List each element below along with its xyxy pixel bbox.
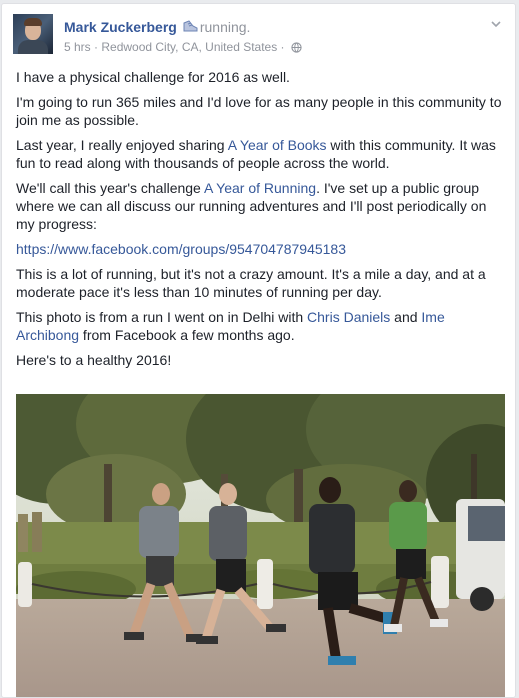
post-text-segment: and bbox=[390, 309, 422, 325]
post-text-segment: We'll call this year's challenge bbox=[16, 180, 204, 196]
post-header: Mark Zuckerberg running. 5 hrs · Redwood … bbox=[13, 14, 505, 60]
post-link[interactable]: A Year of Running bbox=[204, 180, 316, 196]
post-paragraph: This is a lot of running, but it's not a… bbox=[16, 265, 506, 301]
post-text: I have a physical challenge for 2016 as … bbox=[16, 68, 506, 376]
post-text-segment: I have a physical challenge for 2016 as … bbox=[16, 69, 290, 85]
author-name[interactable]: Mark Zuckerberg bbox=[64, 19, 177, 35]
post-card: Mark Zuckerberg running. 5 hrs · Redwood … bbox=[1, 3, 516, 698]
running-shoe-icon bbox=[182, 20, 198, 38]
avatar[interactable] bbox=[13, 14, 53, 54]
post-meta: 5 hrs · Redwood City, CA, United States … bbox=[64, 39, 302, 57]
post-text-segment: Last year, I really enjoyed sharing bbox=[16, 137, 228, 153]
post-link[interactable]: A Year of Books bbox=[228, 137, 327, 153]
post-photo[interactable] bbox=[16, 394, 505, 697]
post-paragraph: Last year, I really enjoyed sharing A Ye… bbox=[16, 136, 506, 172]
post-paragraph: I have a physical challenge for 2016 as … bbox=[16, 68, 506, 86]
chevron-down-icon[interactable] bbox=[489, 17, 503, 31]
post-text-segment: from Facebook a few months ago. bbox=[79, 327, 295, 343]
post-link[interactable]: Chris Daniels bbox=[307, 309, 390, 325]
post-paragraph: Here's to a healthy 2016! bbox=[16, 351, 506, 369]
post-text-segment: This is a lot of running, but it's not a… bbox=[16, 266, 486, 300]
globe-icon[interactable] bbox=[291, 41, 302, 57]
timestamp[interactable]: 5 hrs bbox=[64, 40, 91, 54]
meta-separator: · bbox=[277, 40, 288, 54]
activity-text: running. bbox=[199, 19, 251, 35]
post-paragraph: This photo is from a run I went on in De… bbox=[16, 308, 506, 344]
post-text-segment: This photo is from a run I went on in De… bbox=[16, 309, 308, 325]
post-text-segment: I'm going to run 365 miles and I'd love … bbox=[16, 94, 502, 128]
post-text-segment: Here's to a healthy 2016! bbox=[16, 352, 172, 368]
post-paragraph: I'm going to run 365 miles and I'd love … bbox=[16, 93, 506, 129]
meta-separator: · bbox=[90, 40, 102, 54]
post-paragraph: https://www.facebook.com/groups/95470478… bbox=[16, 240, 506, 258]
author-line: Mark Zuckerberg running. bbox=[64, 18, 250, 38]
post-link[interactable]: https://www.facebook.com/groups/95470478… bbox=[16, 241, 346, 257]
location[interactable]: Redwood City, CA, United States bbox=[101, 40, 277, 54]
post-paragraph: We'll call this year's challenge A Year … bbox=[16, 179, 506, 233]
